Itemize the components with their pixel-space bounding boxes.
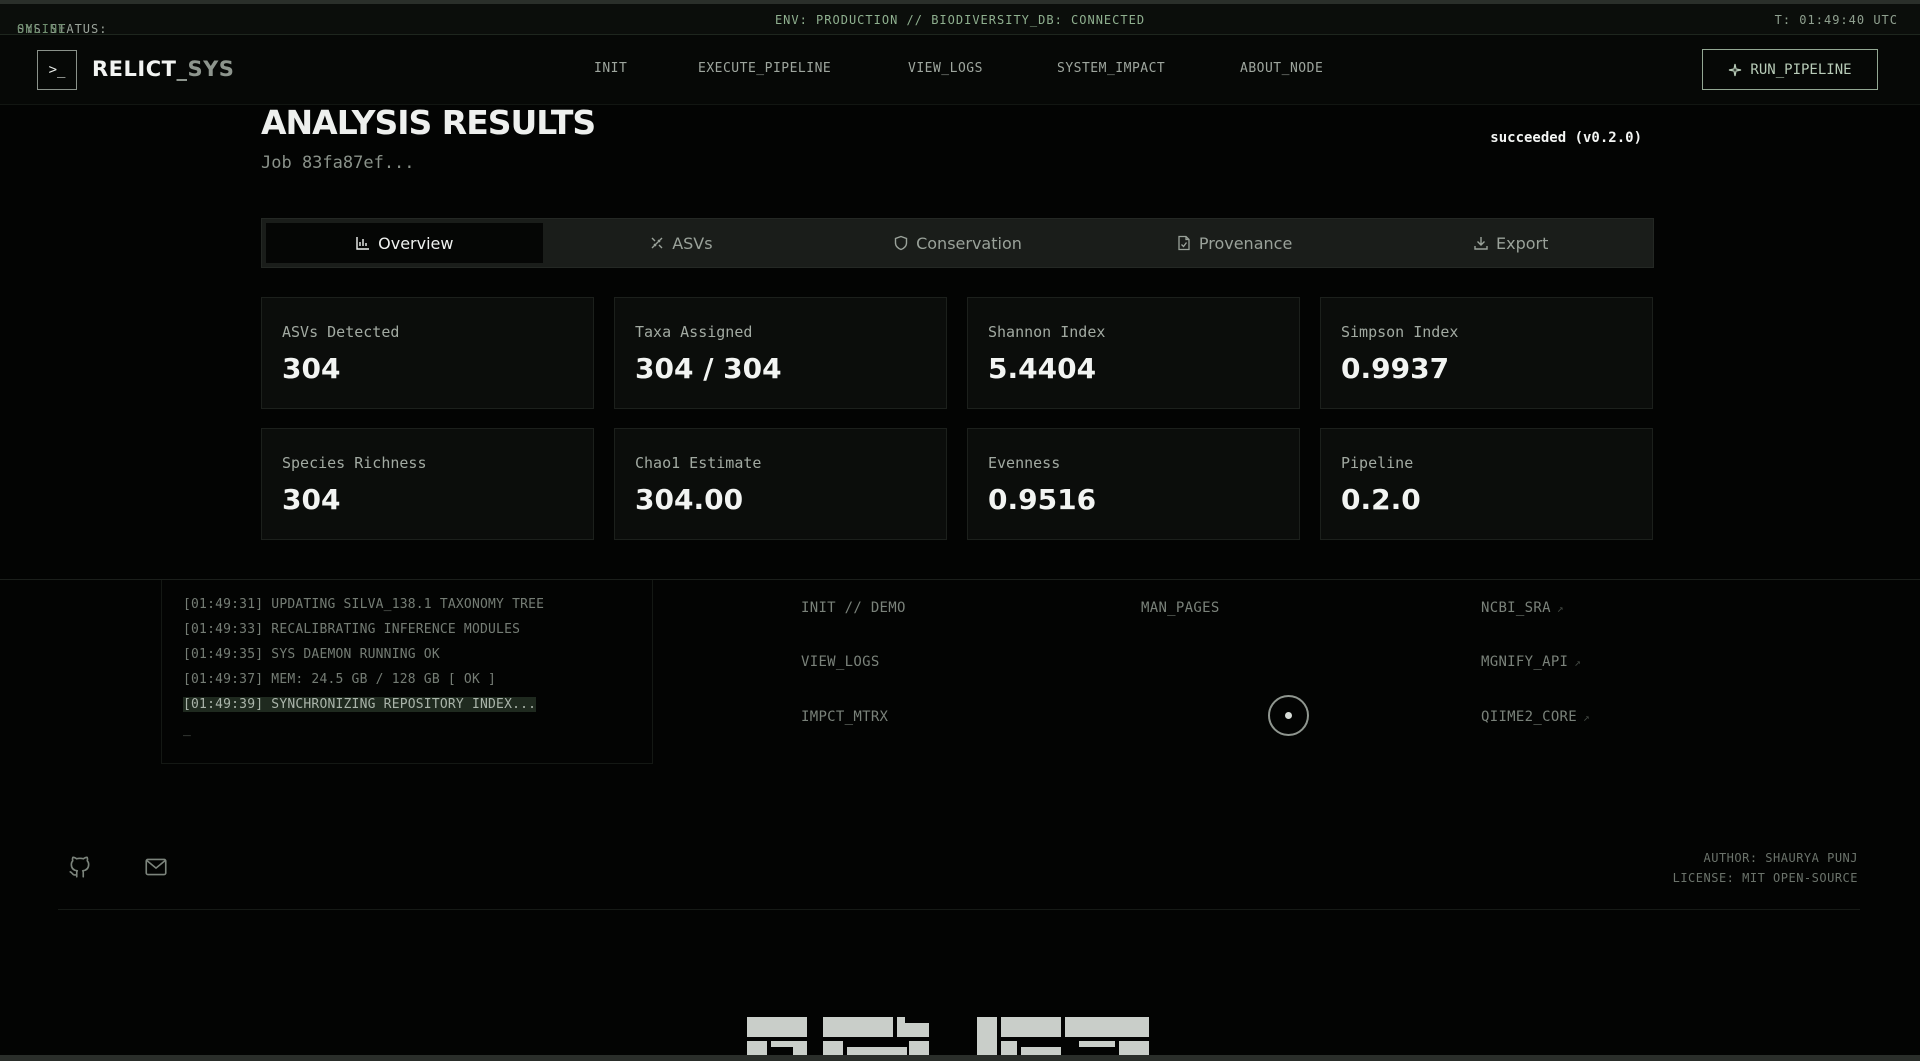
license: LICENSE: MIT OPEN-SOURCE <box>1672 871 1858 885</box>
shield-icon <box>894 235 908 251</box>
footer-divider <box>58 909 1860 910</box>
footer-link-mgnify-api[interactable]: MGNIFY_API ↗ <box>1481 654 1581 670</box>
nav-link-system-impact[interactable]: SYSTEM_IMPACT <box>1057 61 1165 76</box>
tab-asvs[interactable]: ASVs <box>543 223 820 263</box>
metric-label: Simpson Index <box>1341 323 1459 341</box>
metric-label: Evenness <box>988 454 1061 472</box>
brand-name[interactable]: RELICT_SYS <box>92 57 234 81</box>
terminal-logo-icon[interactable]: >_ <box>37 50 77 90</box>
metric-label: Taxa Assigned <box>635 323 753 341</box>
metric-label: Species Richness <box>282 454 427 472</box>
metric-value: 304.00 <box>635 483 744 516</box>
metric-label: Shannon Index <box>988 323 1106 341</box>
nav-link-about-node[interactable]: ABOUT_NODE <box>1240 61 1323 76</box>
metric-value: 304 / 304 <box>635 352 782 385</box>
log-line-current: [01:49:39] SYNCHRONIZING REPOSITORY INDE… <box>183 697 537 712</box>
bottom-edge <box>0 1055 1920 1061</box>
metric-card-pipeline: Pipeline 0.2.0 <box>1320 428 1653 540</box>
footer-link-view-logs[interactable]: VIEW_LOGS <box>801 654 880 670</box>
nav-link-init[interactable]: INIT <box>594 61 627 76</box>
tab-overview[interactable]: Overview <box>266 223 543 263</box>
console-cursor: _ <box>183 722 192 737</box>
sparkle-icon <box>1729 63 1742 76</box>
log-console: [01:49:31] UPDATING SILVA_138.1 TAXONOMY… <box>161 580 653 764</box>
tab-export[interactable]: Export <box>1372 223 1649 263</box>
metric-value: 0.9516 <box>988 483 1097 516</box>
nav-link-view-logs[interactable]: VIEW_LOGS <box>908 61 983 76</box>
target-icon[interactable] <box>1268 695 1309 736</box>
status-bar: SYS.STATUS: ONLINE ENV: PRODUCTION // BI… <box>0 0 1920 36</box>
results-tabs: Overview ASVs Conservation Provenance Ex… <box>261 218 1654 268</box>
footer-link-qiime2-core[interactable]: QIIME2_CORE ↗ <box>1481 709 1590 725</box>
metric-label: Chao1 Estimate <box>635 454 762 472</box>
author-name: AUTHOR: SHAURYA PUNJ <box>1703 851 1858 865</box>
metric-card-asvs-detected: ASVs Detected 304 <box>261 297 594 409</box>
metric-value: 0.9937 <box>1341 352 1450 385</box>
environment-status: ENV: PRODUCTION // BIODIVERSITY_DB: CONN… <box>774 13 1146 27</box>
log-line: [01:49:33] RECALIBRATING INFERENCE MODUL… <box>183 622 521 637</box>
metric-card-shannon-index: Shannon Index 5.4404 <box>967 297 1300 409</box>
metric-card-simpson-index: Simpson Index 0.9937 <box>1320 297 1653 409</box>
log-line: [01:49:35] SYS DAEMON RUNNING OK <box>183 647 440 662</box>
metric-value: 5.4404 <box>988 352 1097 385</box>
external-link-icon: ↗ <box>1583 711 1590 724</box>
external-link-icon: ↗ <box>1556 602 1564 615</box>
nav-link-execute-pipeline[interactable]: EXECUTE_PIPELINE <box>698 61 831 76</box>
file-check-icon <box>1178 235 1190 251</box>
metric-card-taxa-assigned: Taxa Assigned 304 / 304 <box>614 297 947 409</box>
job-id: Job 83fa87ef... <box>261 153 415 173</box>
log-line: [01:49:31] UPDATING SILVA_138.1 TAXONOMY… <box>183 597 545 612</box>
metric-label: ASVs Detected <box>282 323 400 341</box>
metric-value: 304 <box>282 352 341 385</box>
tab-provenance[interactable]: Provenance <box>1096 223 1373 263</box>
metric-value: 0.2.0 <box>1341 483 1421 516</box>
metric-card-evenness: Evenness 0.9516 <box>967 428 1300 540</box>
footer-link-init-demo[interactable]: INIT // DEMO <box>801 600 906 616</box>
metric-label: Pipeline <box>1341 454 1414 472</box>
log-line: [01:49:37] MEM: 24.5 GB / 128 GB [ OK ] <box>183 672 497 687</box>
download-icon <box>1474 237 1488 250</box>
metric-card-chao1-estimate: Chao1 Estimate 304.00 <box>614 428 947 540</box>
dna-icon <box>651 237 663 249</box>
external-link-icon: ↗ <box>1574 656 1582 669</box>
page-title: ANALYSIS RESULTS <box>261 103 596 142</box>
metric-card-species-richness: Species Richness 304 <box>261 428 594 540</box>
metric-value: 304 <box>282 483 341 516</box>
footer-link-ncbi-sra[interactable]: NCBI_SRA ↗ <box>1481 600 1564 616</box>
run-pipeline-button[interactable]: RUN_PIPELINE <box>1702 49 1878 90</box>
top-nav: >_ RELICT_SYS INIT EXECUTE_PIPELINE VIEW… <box>0 35 1920 105</box>
author-info: AUTHOR: SHAURYA PUNJ LICENSE: MIT OPEN-S… <box>1673 848 1858 888</box>
github-icon[interactable] <box>67 854 93 880</box>
footer-link-man-pages[interactable]: MAN_PAGES <box>1141 600 1220 616</box>
mail-icon[interactable] <box>143 854 169 880</box>
tab-conservation[interactable]: Conservation <box>819 223 1096 263</box>
bar-chart-icon <box>356 237 370 250</box>
clock: T: 01:49:40 UTC <box>1774 13 1898 27</box>
status-badge: succeeded (v0.2.0) <box>1490 130 1642 146</box>
footer-link-impct-mtrx[interactable]: IMPCT_MTRX <box>801 709 888 725</box>
